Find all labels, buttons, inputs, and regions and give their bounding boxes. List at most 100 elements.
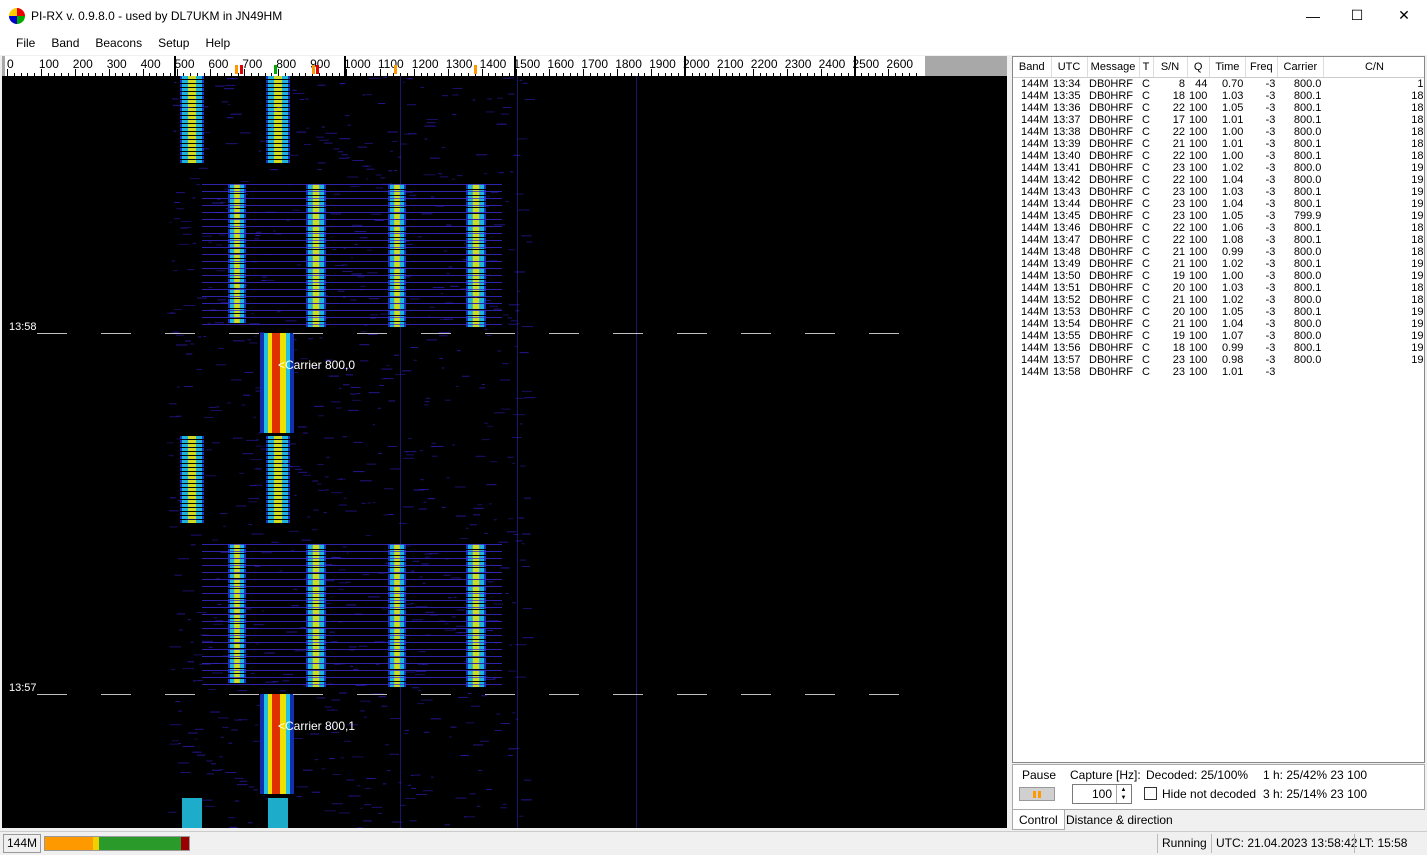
pause-button[interactable]: [1019, 787, 1055, 801]
table-row[interactable]: 144M 13:45 DB0HRF C 23 100 1.05 -3 799.9 19: [1013, 210, 1424, 222]
table-row[interactable]: 144M 13:56 DB0HRF C 18 100 0.99 -3 800.1 19: [1013, 342, 1424, 354]
table-row[interactable]: 144M 13:54 DB0HRF C 21 100 1.04 -3 800.0 19: [1013, 318, 1424, 330]
table-cell: 144M: [1021, 353, 1049, 366]
table-row[interactable]: 144M 13:48 DB0HRF C 21 100 0.99 -3 800.0 18: [1013, 245, 1424, 258]
waterfall-signal: [434, 205, 445, 207]
frequency-marker[interactable]: [312, 65, 315, 74]
table-row[interactable]: 144M 13:40 DB0HRF C 22 100 1.00 -3 800.1 18: [1013, 150, 1424, 162]
waterfall-signal: [519, 209, 530, 211]
minimize-button[interactable]: —: [1290, 0, 1336, 31]
menu-beacons[interactable]: Beacons: [87, 31, 150, 55]
table-row[interactable]: 144M 13:50 DB0HRF C 19 100 1.00 -3 800.0 19: [1013, 270, 1424, 282]
waterfall-signal: [220, 736, 224, 738]
waterfall-signal: [250, 459, 263, 461]
column-header[interactable]: Band: [1013, 57, 1052, 78]
waterfall-signal: [204, 416, 214, 418]
column-header[interactable]: Time: [1209, 57, 1246, 78]
frequency-marker[interactable]: [316, 65, 319, 74]
table-row[interactable]: 144M 13:55 DB0HRF C 19 100 1.07 -3 800.0 19: [1013, 330, 1424, 342]
tab-distance-direction[interactable]: Distance & direction: [1060, 810, 1179, 830]
column-header[interactable]: T: [1139, 57, 1154, 78]
table-cell: 144M: [1021, 245, 1049, 258]
decode-table-panel[interactable]: Band UTC Message T S/N Q Time Freq Carrier C/N 14…: [1012, 56, 1425, 763]
table-cell: 1.01: [1221, 113, 1244, 126]
table-row[interactable]: 144M 13:57 DB0HRF C 23 100 0.98 -3 800.0 19: [1013, 353, 1424, 366]
waterfall-signal: [188, 496, 196, 499]
status-bar: 144M Running UTC: 21.04.2023 13:58:42 LT…: [0, 831, 1427, 855]
waterfall-signal: [274, 100, 282, 103]
column-header[interactable]: S/N: [1153, 57, 1188, 78]
table-row[interactable]: 144M 13:35 DB0HRF C 18 100 1.03 -3 800.1 18: [1013, 90, 1424, 102]
frequency-marker[interactable]: [274, 65, 277, 74]
hide-not-decoded-checkbox[interactable]: [1144, 787, 1157, 800]
waterfall-signal: [455, 632, 463, 634]
waterfall-signal: [439, 176, 449, 178]
frequency-marker[interactable]: [394, 65, 397, 74]
column-header[interactable]: Carrier: [1277, 57, 1324, 78]
waterfall-signal: [169, 497, 176, 499]
table-row[interactable]: 144M 13:37 DB0HRF C 17 100 1.01 -3 800.1 18: [1013, 113, 1424, 126]
column-header[interactable]: Q: [1187, 57, 1210, 78]
table-row[interactable]: 144M 13:53 DB0HRF C 20 100 1.05 -3 800.1 19: [1013, 306, 1424, 318]
frequency-marker[interactable]: [474, 65, 477, 74]
table-cell: C: [1142, 101, 1150, 114]
waterfall-signal: [315, 136, 325, 138]
table-row[interactable]: 144M 13:51 DB0HRF C 20 100 1.03 -3 800.1 18: [1013, 281, 1424, 294]
table-row[interactable]: 144M 13:47 DB0HRF C 22 100 1.08 -3 800.1 18: [1013, 234, 1424, 246]
table-row[interactable]: 144M 13:41 DB0HRF C 23 100 1.02 -3 800.0 19: [1013, 162, 1424, 174]
tab-control[interactable]: Control: [1012, 810, 1065, 830]
waterfall-signal: [188, 492, 196, 495]
waterfall-display[interactable]: 0 100 200 300 400 500 600 700 800 900 1000 1100 1200…: [2, 56, 1007, 828]
waterfall-signal: [251, 672, 255, 674]
table-row[interactable]: 144M 13:49 DB0HRF C 21 100 1.02 -3 800.1 19: [1013, 257, 1424, 270]
table-cell: 1.04: [1221, 197, 1244, 210]
waterfall-signal: [188, 136, 196, 139]
column-header[interactable]: Message: [1087, 57, 1140, 78]
waterfall-signal: [493, 603, 504, 605]
frequency-marker[interactable]: [240, 65, 243, 74]
waterfall-signal: [513, 414, 526, 416]
column-header[interactable]: C/N: [1323, 57, 1424, 78]
table-cell: 21: [1172, 257, 1185, 270]
waterfall-signal: [351, 273, 363, 275]
ruler-label: 2200: [750, 57, 778, 71]
waterfall-signal: [518, 815, 524, 817]
waterfall-signal: [296, 796, 303, 798]
ruler-label: 500: [174, 57, 195, 71]
ruler-divider: [174, 56, 176, 76]
table-row[interactable]: 144M 13:43 DB0HRF C 23 100 1.03 -3 800.1 19: [1013, 186, 1424, 198]
waterfall-signal: [326, 489, 329, 491]
table-row[interactable]: 144M 13:42 DB0HRF C 22 100 1.04 -3 800.0 19: [1013, 174, 1424, 186]
table-row[interactable]: 144M 13:39 DB0HRF C 21 100 1.01 -3 800.1 18: [1013, 138, 1424, 150]
table-row[interactable]: 144M 13:52 DB0HRF C 21 100 1.02 -3 800.0 18: [1013, 294, 1424, 306]
table-cell: -3: [1265, 197, 1276, 210]
waterfall-signal: [274, 120, 282, 123]
ruler-label: 800: [276, 57, 297, 71]
frequency-ruler[interactable]: 0 100 200 300 400 500 600 700 800 900 1000 1100 1200…: [2, 56, 1007, 76]
table-row[interactable]: 144M 13:38 DB0HRF C 22 100 1.00 -3 800.0 18: [1013, 126, 1424, 138]
waterfall-signal: [487, 581, 494, 583]
table-cell: DB0HRF: [1089, 281, 1134, 294]
table-row[interactable]: 144M 13:44 DB0HRF C 23 100 1.04 -3 800.1 19: [1013, 197, 1424, 210]
menu-file[interactable]: File: [8, 31, 43, 55]
table-row[interactable]: 144M 13:46 DB0HRF C 22 100 1.06 -3 800.1 18: [1013, 222, 1424, 234]
column-header[interactable]: Freq: [1245, 57, 1278, 78]
table-row[interactable]: 144M 13:34 DB0HRF C 8 44 0.70 -3 800.0 1: [1013, 77, 1424, 90]
capture-stepper[interactable]: ▲ ▼: [1116, 785, 1130, 803]
frequency-marker[interactable]: [235, 65, 238, 74]
column-header[interactable]: UTC: [1051, 57, 1088, 78]
menu-setup[interactable]: Setup: [150, 31, 197, 55]
spin-down-icon[interactable]: ▼: [1121, 794, 1127, 802]
waterfall-signal: [211, 539, 219, 541]
table-row[interactable]: 144M 13:58 DB0HRF C 23 100 1.01 -3: [1013, 366, 1424, 378]
menu-help[interactable]: Help: [197, 31, 238, 55]
waterfall-signal: [188, 116, 196, 119]
maximize-button[interactable]: ☐: [1334, 0, 1380, 31]
menu-band[interactable]: Band: [43, 31, 87, 55]
spin-up-icon[interactable]: ▲: [1121, 786, 1127, 794]
waterfall-signal: [234, 194, 240, 198]
table-row[interactable]: 144M 13:36 DB0HRF C 22 100 1.05 -3 800.1 18: [1013, 101, 1424, 114]
close-button[interactable]: ✕: [1381, 0, 1427, 31]
waterfall-signal: [472, 646, 480, 651]
waterfall-signal: [274, 488, 282, 491]
